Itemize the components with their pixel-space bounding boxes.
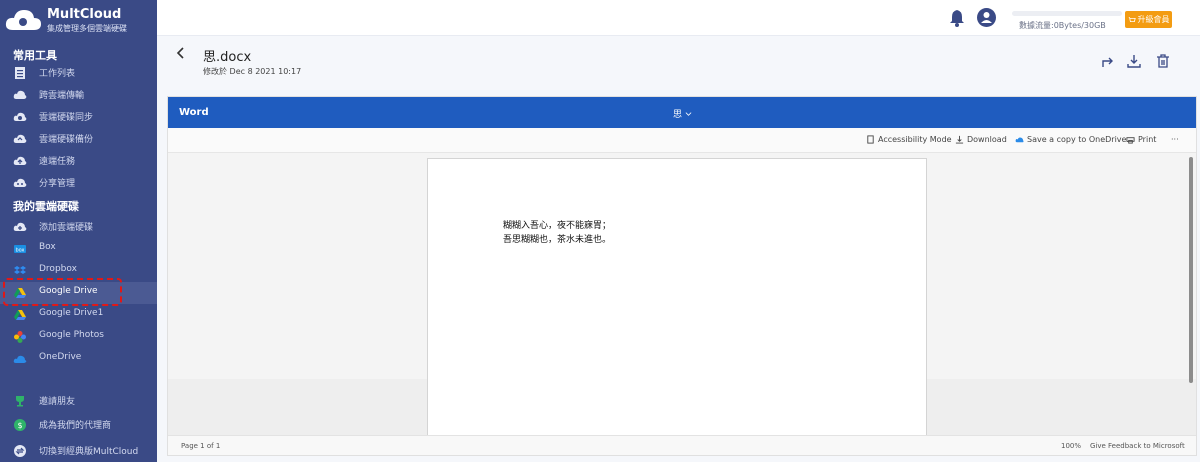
accessibility-label: Accessibility Mode (878, 135, 952, 144)
sidebar-item-switch-classic[interactable]: 切換到經典版MultCloud (0, 440, 157, 462)
usage-bar (1012, 11, 1122, 16)
dropbox-icon (14, 266, 26, 274)
highlight-annotation (3, 278, 122, 306)
document-content: 糊糊入吾心，夜不能寐胃； 吾思糊糊也，茶水未進也。 (503, 219, 611, 247)
sidebar-item-label: 成為我們的代理商 (39, 421, 112, 431)
print-label: Print (1138, 135, 1157, 144)
google-drive-icon (14, 310, 26, 320)
back-arrow-icon[interactable] (176, 46, 186, 60)
word-status-bar: Page 1 of 1 100% Give Feedback to Micros… (168, 435, 1196, 455)
google-photos-icon (14, 331, 26, 343)
sidebar-item-add-cloud[interactable]: 添加雲端硬碟 (0, 216, 157, 238)
upgrade-button[interactable]: 升級會員 (1125, 11, 1172, 28)
sidebar-item-box[interactable]: box Box (0, 238, 157, 260)
word-brand: Word (179, 107, 209, 118)
download-icon[interactable] (1126, 53, 1142, 69)
sidebar-item-cloud-sync[interactable]: 雲端硬碟同步 (0, 106, 157, 128)
section-common-tools: 常用工具 (13, 49, 57, 62)
word-viewer: Word 思 Accessibility Mode Download Save … (167, 96, 1197, 456)
sidebar-item-task-list[interactable]: 工作列表 (0, 62, 157, 84)
sidebar-item-remote-upload[interactable]: 遠端任務 (0, 150, 157, 172)
sidebar-item-label: 切換到經典版MultCloud (39, 447, 139, 457)
svg-text:$: $ (17, 421, 22, 430)
svg-text:box: box (15, 248, 24, 254)
sidebar-item-label: Google Drive1 (39, 308, 104, 318)
vertical-scrollbar[interactable] (1189, 157, 1193, 383)
switch-icon (14, 445, 26, 457)
avatar[interactable] (977, 8, 996, 27)
sidebar-item-label: 添加雲端硬碟 (39, 223, 94, 233)
sidebar-item-label: 分享管理 (39, 179, 76, 189)
onedrive-icon (1015, 137, 1024, 143)
word-command-bar: Accessibility Mode Download Save a copy … (168, 128, 1196, 153)
sidebar-item-onedrive[interactable]: OneDrive (0, 348, 157, 370)
sidebar-item-label: Box (39, 242, 56, 252)
zoom-level[interactable]: 100% (1061, 442, 1081, 450)
sidebar-item-label: 雲端硬碟備份 (39, 135, 94, 145)
word-doc-name[interactable]: 思 (673, 107, 692, 120)
sidebar-item-cloud-transfer[interactable]: 跨雲端傳輸 (0, 84, 157, 106)
cloud-sync-icon (13, 112, 27, 121)
sidebar-item-become-agent[interactable]: $ 成為我們的代理商 (0, 414, 157, 436)
save-onedrive-button[interactable]: Save a copy to OneDrive. (1015, 135, 1129, 144)
sidebar-item-label: 遠端任務 (39, 157, 76, 167)
document-page[interactable]: 糊糊入吾心，夜不能寐胃； 吾思糊糊也，茶水未進也。 (427, 158, 927, 438)
file-title: 思.docx (203, 50, 252, 65)
upgrade-label: 升級會員 (1137, 15, 1170, 24)
page-indicator: Page 1 of 1 (181, 442, 221, 450)
sidebar: MultCloud 集成管理多個雲端硬碟 常用工具 工作列表 跨雲端傳輸 雲端硬… (0, 0, 157, 462)
more-options-button[interactable]: ··· (1171, 135, 1179, 144)
user-icon (981, 12, 992, 23)
trophy-icon (16, 396, 24, 407)
file-modified: 修改於 Dec 8 2021 10:17 (203, 67, 302, 76)
share-forward-icon[interactable] (1100, 53, 1116, 69)
content-line: 吾思糊糊也，茶水未進也。 (503, 235, 612, 245)
sidebar-item-cloud-backup[interactable]: 雲端硬碟備份 (0, 128, 157, 150)
sidebar-item-label: 跨雲端傳輸 (39, 91, 85, 101)
app-name: MultCloud (47, 7, 122, 22)
sidebar-item-invite-friends[interactable]: 邀請朋友 (0, 390, 157, 412)
cloud-backup-icon (13, 134, 27, 143)
top-header: 數據流量:0Bytes/30GB 升級會員 (157, 0, 1200, 36)
box-icon: box (14, 245, 26, 254)
section-my-drives: 我的雲端硬碟 (13, 200, 79, 213)
sidebar-item-label: Google Photos (39, 330, 104, 340)
sidebar-item-label: OneDrive (39, 352, 82, 362)
sidebar-item-google-photos[interactable]: Google Photos (0, 326, 157, 348)
sidebar-item-label: 雲端硬碟同步 (39, 113, 94, 123)
save-onedrive-label: Save a copy to OneDrive. (1027, 135, 1130, 144)
download-button[interactable]: Download (955, 135, 1007, 144)
remote-upload-icon (13, 156, 27, 165)
download-label: Download (967, 135, 1007, 144)
app-tagline: 集成管理多個雲端硬碟 (47, 24, 127, 33)
chevron-down-icon (685, 112, 692, 116)
doc-name-label: 思 (673, 110, 683, 120)
cloud-transfer-icon (13, 90, 27, 99)
feedback-link[interactable]: Give Feedback to Microsoft (1090, 442, 1185, 450)
onedrive-icon (13, 355, 27, 363)
download-icon (955, 135, 964, 144)
app-logo[interactable]: MultCloud 集成管理多個雲端硬碟 (4, 4, 154, 38)
sidebar-item-share[interactable]: 分享管理 (0, 172, 157, 194)
sidebar-item-label: 邀請朋友 (39, 397, 76, 407)
delete-icon[interactable] (1155, 53, 1171, 69)
usage-text: 數據流量:0Bytes/30GB (1019, 21, 1106, 30)
multcloud-logo-icon (5, 10, 41, 30)
print-button[interactable]: Print (1126, 135, 1156, 144)
share-icon (13, 178, 27, 187)
cart-icon (1128, 16, 1136, 22)
sidebar-item-google-drive1[interactable]: Google Drive1 (0, 304, 157, 326)
content-line: 糊糊入吾心，夜不能寐胃； (503, 221, 612, 231)
word-title-bar: Word 思 (168, 97, 1196, 128)
add-cloud-icon (13, 222, 27, 231)
sidebar-item-label: Dropbox (39, 264, 77, 274)
accessibility-icon (867, 135, 874, 144)
printer-icon (1126, 137, 1135, 144)
task-list-icon (15, 67, 25, 79)
accessibility-mode-button[interactable]: Accessibility Mode (866, 135, 952, 144)
dollar-icon: $ (14, 419, 26, 431)
sidebar-item-label: 工作列表 (39, 69, 76, 79)
notification-bell-icon[interactable] (949, 9, 965, 27)
